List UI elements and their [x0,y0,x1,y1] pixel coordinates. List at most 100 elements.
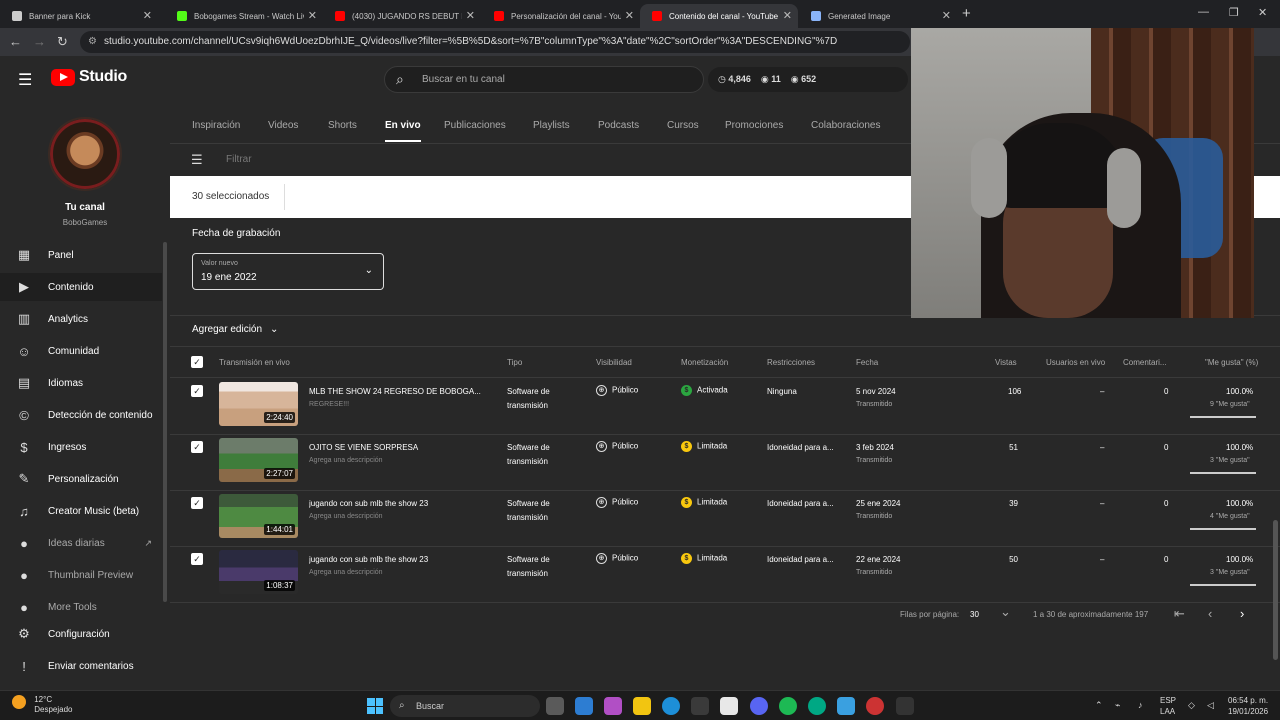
obs-icon[interactable] [866,697,884,715]
sidebar-item[interactable]: © Detección de contenido [0,401,162,429]
maximize-icon[interactable]: ❐ [1229,6,1239,19]
row-checkbox[interactable]: ✓ [191,553,203,565]
recording-date-select[interactable]: Valor nuevo 19 ene 2022 ⌄ [192,253,384,290]
column-header[interactable]: Comentari... [1123,358,1167,367]
row-checkbox[interactable]: ✓ [191,385,203,397]
monetization-cell[interactable]: $ Limitada [681,553,727,564]
close-tab-icon[interactable]: ✕ [308,9,317,22]
content-tab[interactable]: Publicaciones [444,120,506,131]
sidebar-item[interactable]: ▥ Analytics [0,305,162,333]
widgets-icon[interactable] [575,697,593,715]
next-page-icon[interactable]: › [1240,606,1244,621]
video-title[interactable]: OJITO SE VIENE SORPRESA [309,443,484,452]
video-title[interactable]: jugando con sub mlb the show 23 [309,499,484,508]
back-icon[interactable]: ← [9,34,22,49]
close-tab-icon[interactable]: ✕ [143,9,152,22]
browser-tab[interactable]: Contenido del canal - YouTube ✕ [640,4,798,28]
visibility-cell[interactable]: ⊕ Público [596,385,638,396]
filter-icon[interactable]: ☰ [191,152,203,168]
browser-tab[interactable]: Banner para Kick ✕ [0,4,158,28]
start-icon[interactable] [367,698,383,714]
app-icon[interactable] [837,697,855,715]
monetization-cell[interactable]: $ Limitada [681,497,727,508]
store-icon[interactable] [691,697,709,715]
video-thumbnail[interactable]: 1:08:37 [219,550,298,594]
sidebar-item[interactable]: $ Ingresos [0,433,162,461]
sidebar-item[interactable]: ▦ Panel [0,241,162,269]
discord-icon[interactable] [750,697,768,715]
first-page-icon[interactable]: ⇤ [1174,606,1185,622]
studio-logo[interactable]: Studio [51,68,127,86]
browser-tab[interactable]: (4030) JUGANDO RS DEBUT DE ✕ [323,4,481,28]
language-indicator[interactable]: ESP LAA [1160,695,1176,717]
channel-avatar[interactable] [48,117,122,191]
column-header[interactable]: Usuarios en vivo [1046,358,1105,367]
minimize-icon[interactable]: — [1198,6,1209,18]
table-row[interactable]: ✓ 1:08:37 jugando con sub mlb the show 23 A… [170,547,1280,603]
content-tab[interactable]: Promociones [725,120,783,131]
channel-search-input[interactable]: ⌕ Buscar en tu canal [384,66,704,93]
sidebar-item[interactable]: ▶ Contenido [0,273,162,301]
site-info-icon[interactable]: ⚙ [88,31,97,53]
sidebar-item[interactable]: ! Enviar comentarios [0,652,162,680]
content-tab[interactable]: En vivo [385,120,421,142]
table-row[interactable]: ✓ 2:24:40 MLB THE SHOW 24 REGRESO DE BOBOG… [170,379,1280,435]
column-header[interactable]: Monetización [681,358,728,367]
sidebar-item[interactable]: ● More Tools [0,593,162,621]
column-header[interactable]: Visibilidad [596,358,632,367]
browser-tab[interactable]: Generated Image ✕ [799,4,957,28]
stats-extension-bar[interactable]: ◷ 4,846 ◉ 11 ◉ 652 [708,67,908,92]
column-header[interactable]: Vistas [995,358,1017,367]
copilot-icon[interactable] [604,697,622,715]
row-checkbox[interactable]: ✓ [191,497,203,509]
sidebar-scrollbar[interactable] [163,242,167,602]
close-tab-icon[interactable]: ✕ [625,9,634,22]
forward-icon[interactable]: → [33,34,46,49]
sidebar-item[interactable]: ● Thumbnail Preview [0,561,162,589]
column-header[interactable]: "Me gusta" (%) [1205,358,1258,367]
mic-icon[interactable]: ♪ [1138,700,1143,710]
row-checkbox[interactable]: ✓ [191,441,203,453]
visibility-cell[interactable]: ⊕ Público [596,497,638,508]
browser-tab[interactable]: Bobogames Stream - Watch Liv ✕ [165,4,323,28]
monetization-cell[interactable]: $ Activada [681,385,728,396]
close-tab-icon[interactable]: ✕ [783,9,792,22]
sidebar-item[interactable]: ⚙ Configuración [0,620,162,648]
file-explorer-icon[interactable] [633,697,651,715]
network-icon[interactable]: ⌁ [1115,700,1120,711]
column-header[interactable]: Fecha [856,358,878,367]
prev-page-icon[interactable]: ‹ [1208,606,1212,621]
column-header[interactable]: Tipo [507,358,522,367]
rows-per-page-select[interactable]: 30 [970,610,979,619]
sidebar-item[interactable]: ♫ Creator Music (beta) [0,497,162,525]
whatsapp-icon[interactable] [808,697,826,715]
url-field[interactable]: ⚙ studio.youtube.com/channel/UCsv9iqh6Wd… [80,31,910,53]
visibility-cell[interactable]: ⊕ Público [596,553,638,564]
close-window-icon[interactable]: ✕ [1258,6,1267,19]
weather-widget[interactable]: 12°C Despejado [12,695,72,715]
restrictions-cell[interactable]: Idoneidad para a... [767,443,834,452]
wifi-icon[interactable]: ◇ [1188,700,1195,711]
sidebar-item[interactable]: ● Ideas diarias ↗ [0,529,162,557]
column-header[interactable]: Transmisión en vivo [219,358,290,367]
monetization-cell[interactable]: $ Limitada [681,441,727,452]
content-tab[interactable]: Podcasts [598,120,639,131]
close-tab-icon[interactable]: ✕ [942,9,951,22]
content-tab[interactable]: Videos [268,120,298,131]
restrictions-cell[interactable]: Ninguna [767,387,797,396]
tray-chevron-icon[interactable]: ⌃ [1095,700,1103,711]
content-tab[interactable]: Colaboraciones [811,120,881,131]
clock[interactable]: 06:54 p. m. 19/01/2026 [1228,695,1268,717]
table-row[interactable]: ✓ 1:44:01 jugando con sub mlb the show 23 A… [170,491,1280,547]
new-tab-button[interactable]: + [962,5,971,22]
volume-icon[interactable]: ◁ [1207,700,1214,711]
spotify-icon[interactable] [779,697,797,715]
table-row[interactable]: ✓ 2:27:07 OJITO SE VIENE SORPRESA Agrega un… [170,435,1280,491]
visibility-cell[interactable]: ⊕ Público [596,441,638,452]
content-tab[interactable]: Cursos [667,120,699,131]
task-view-icon[interactable] [546,697,564,715]
video-thumbnail[interactable]: 2:27:07 [219,438,298,482]
reload-icon[interactable]: ↻ [57,34,68,50]
sidebar-item[interactable]: ☺ Comunidad [0,337,162,365]
video-thumbnail[interactable]: 1:44:01 [219,494,298,538]
